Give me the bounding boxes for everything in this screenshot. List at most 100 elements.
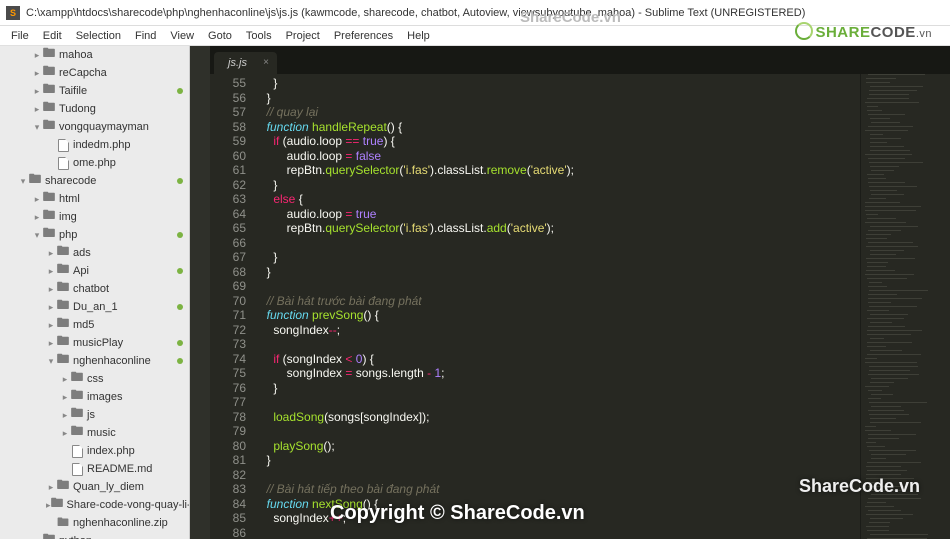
disclosure-arrow-icon[interactable] [32, 122, 42, 133]
tree-item-label: python [59, 535, 92, 539]
code-line[interactable]: else { [260, 192, 860, 207]
folder-item[interactable]: mahoa [0, 46, 189, 64]
code-line[interactable]: } [260, 178, 860, 193]
code-line[interactable]: songIndex--; [260, 323, 860, 338]
code-line[interactable] [260, 395, 860, 410]
folder-item[interactable]: vongquaymayman [0, 118, 189, 136]
menu-selection[interactable]: Selection [69, 30, 128, 42]
menu-goto[interactable]: Goto [201, 30, 239, 42]
folder-item[interactable]: Quan_ly_diem [0, 478, 189, 496]
disclosure-arrow-icon[interactable] [32, 50, 42, 61]
code-line[interactable]: audio.loop = false [260, 149, 860, 164]
code-line[interactable]: playSong(); [260, 439, 860, 454]
folder-item[interactable]: img [0, 208, 189, 226]
disclosure-arrow-icon[interactable] [32, 68, 42, 79]
disclosure-arrow-icon[interactable] [60, 410, 70, 421]
disclosure-arrow-icon[interactable] [32, 86, 42, 97]
code-line[interactable]: songIndex = songs.length - 1; [260, 366, 860, 381]
code-editor[interactable]: } } // quay lại function handleRepeat() … [254, 74, 860, 539]
menu-project[interactable]: Project [279, 30, 327, 42]
tree-item-label: nghenhaconline [73, 355, 151, 367]
file-item[interactable]: indedm.php [0, 136, 189, 154]
code-line[interactable]: repBtn.querySelector('i.fas').classList.… [260, 221, 860, 236]
menu-tools[interactable]: Tools [239, 30, 279, 42]
code-line[interactable] [260, 337, 860, 352]
disclosure-arrow-icon[interactable] [46, 482, 56, 493]
folder-item[interactable]: ads [0, 244, 189, 262]
menu-file[interactable]: File [4, 30, 36, 42]
code-line[interactable]: function handleRepeat() { [260, 120, 860, 135]
disclosure-arrow-icon[interactable] [32, 212, 42, 223]
disclosure-arrow-icon[interactable] [46, 248, 56, 259]
disclosure-arrow-icon[interactable] [32, 194, 42, 205]
code-line[interactable]: // Bài hát tiếp theo bài đang phát [260, 482, 860, 497]
folder-item[interactable]: php [0, 226, 189, 244]
code-line[interactable]: } [260, 265, 860, 280]
disclosure-arrow-icon[interactable] [46, 338, 56, 349]
code-line[interactable]: // quay lại [260, 105, 860, 120]
tab-active[interactable]: js.js × [214, 52, 277, 74]
code-line[interactable]: repBtn.querySelector('i.fas').classList.… [260, 163, 860, 178]
file-item[interactable]: index.php [0, 442, 189, 460]
code-line[interactable]: loadSong(songs[songIndex]); [260, 410, 860, 425]
folder-item[interactable]: nghenhaconline [0, 352, 189, 370]
folder-item[interactable]: Taifile [0, 82, 189, 100]
disclosure-arrow-icon[interactable] [46, 302, 56, 313]
disclosure-arrow-icon[interactable] [32, 230, 42, 241]
menu-edit[interactable]: Edit [36, 30, 69, 42]
minimap[interactable] [860, 74, 950, 539]
disclosure-arrow-icon[interactable] [32, 536, 42, 539]
sidebar-file-tree[interactable]: mahoareCapchaTaifileTudongvongquaymayman… [0, 46, 190, 539]
disclosure-arrow-icon[interactable] [46, 356, 56, 367]
code-line[interactable]: audio.loop = true [260, 207, 860, 222]
code-line[interactable] [260, 526, 860, 539]
folder-item[interactable]: html [0, 190, 189, 208]
folder-item[interactable]: reCapcha [0, 64, 189, 82]
folder-item[interactable]: python [0, 532, 189, 539]
disclosure-arrow-icon[interactable] [46, 284, 56, 295]
file-item[interactable]: README.md [0, 460, 189, 478]
disclosure-arrow-icon[interactable] [60, 374, 70, 385]
code-line[interactable] [260, 424, 860, 439]
disclosure-arrow-icon[interactable] [60, 392, 70, 403]
folder-item[interactable]: music [0, 424, 189, 442]
code-line[interactable]: if (songIndex < 0) { [260, 352, 860, 367]
folder-item[interactable]: md5 [0, 316, 189, 334]
folder-item[interactable]: Du_an_1 [0, 298, 189, 316]
code-line[interactable]: } [260, 91, 860, 106]
folder-item[interactable]: musicPlay [0, 334, 189, 352]
code-line[interactable]: if (audio.loop == true) { [260, 134, 860, 149]
code-line[interactable] [260, 468, 860, 483]
folder-item[interactable]: Tudong [0, 100, 189, 118]
folder-item[interactable]: css [0, 370, 189, 388]
menu-view[interactable]: View [163, 30, 201, 42]
code-line[interactable]: function prevSong() { [260, 308, 860, 323]
folder-item[interactable]: sharecode [0, 172, 189, 190]
disclosure-arrow-icon[interactable] [60, 428, 70, 439]
tab-bar[interactable]: js.js × [210, 46, 950, 74]
code-line[interactable]: } [260, 453, 860, 468]
line-number: 72 [210, 323, 246, 338]
code-line[interactable]: } [260, 381, 860, 396]
menu-help[interactable]: Help [400, 30, 437, 42]
close-icon[interactable]: × [263, 57, 269, 68]
code-line[interactable]: function nextSong() { [260, 497, 860, 512]
menu-find[interactable]: Find [128, 30, 163, 42]
disclosure-arrow-icon[interactable] [46, 320, 56, 331]
folder-item[interactable]: chatbot [0, 280, 189, 298]
code-line[interactable]: // Bài hát trước bài đang phát [260, 294, 860, 309]
folder-item[interactable]: Api [0, 262, 189, 280]
menu-preferences[interactable]: Preferences [327, 30, 400, 42]
folder-item[interactable]: js [0, 406, 189, 424]
folder-item[interactable]: images [0, 388, 189, 406]
code-line[interactable] [260, 236, 860, 251]
disclosure-arrow-icon[interactable] [32, 104, 42, 115]
disclosure-arrow-icon[interactable] [46, 266, 56, 277]
code-line[interactable]: } [260, 76, 860, 91]
disclosure-arrow-icon[interactable] [18, 176, 28, 187]
code-line[interactable]: songIndex++; [260, 511, 860, 526]
file-item[interactable]: nghenhaconline.zip [0, 514, 189, 532]
code-line[interactable]: } [260, 250, 860, 265]
folder-item[interactable]: Share-code-vong-quay-li-xi- [0, 496, 189, 514]
code-line[interactable] [260, 279, 860, 294]
